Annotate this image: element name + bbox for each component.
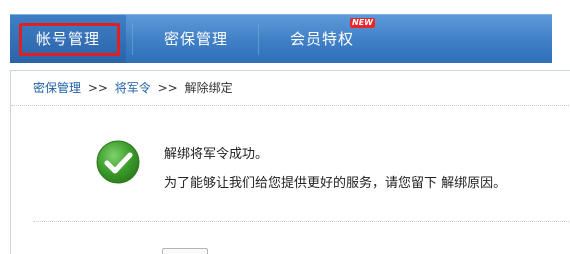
reason-input-box[interactable] xyxy=(162,248,208,254)
success-message-title: 解绑将军令成功。 xyxy=(164,147,269,162)
breadcrumb-link-security-management[interactable]: 密保管理 xyxy=(33,81,81,95)
checkmark-circle-icon xyxy=(96,140,140,184)
breadcrumb-separator: >> xyxy=(157,81,178,95)
breadcrumb-current-page: 解除绑定 xyxy=(184,81,233,95)
tab-security-management[interactable]: 密保管理 xyxy=(138,15,254,63)
tab-label: 帐号管理 xyxy=(35,30,100,48)
new-badge: NEW xyxy=(350,18,375,28)
breadcrumb-separator: >> xyxy=(87,81,108,95)
breadcrumb-link-token[interactable]: 将军令 xyxy=(115,81,151,95)
success-message-detail: 为了能够让我们给您提供更好的服务，请您留下 解绑原因。 xyxy=(164,176,507,191)
page: 帐号管理 密保管理 会员特权 NEW 密保管理 >> 将军令 >> 解除绑定 解… xyxy=(0,0,570,254)
tab-label: 密保管理 xyxy=(163,30,228,48)
top-navigation-bar: 帐号管理 密保管理 会员特权 NEW xyxy=(10,14,552,63)
tab-account-management[interactable]: 帐号管理 xyxy=(10,15,126,63)
tab-label: 会员特权 xyxy=(289,30,354,48)
nav-divider xyxy=(258,23,259,55)
content-panel: 密保管理 >> 将军令 >> 解除绑定 解绑将军令成功。 为了能够让我们给您提供… xyxy=(10,70,570,254)
breadcrumb-divider xyxy=(11,105,570,106)
content-divider xyxy=(33,221,570,222)
breadcrumb: 密保管理 >> 将军令 >> 解除绑定 xyxy=(33,79,233,96)
nav-divider xyxy=(132,23,133,55)
